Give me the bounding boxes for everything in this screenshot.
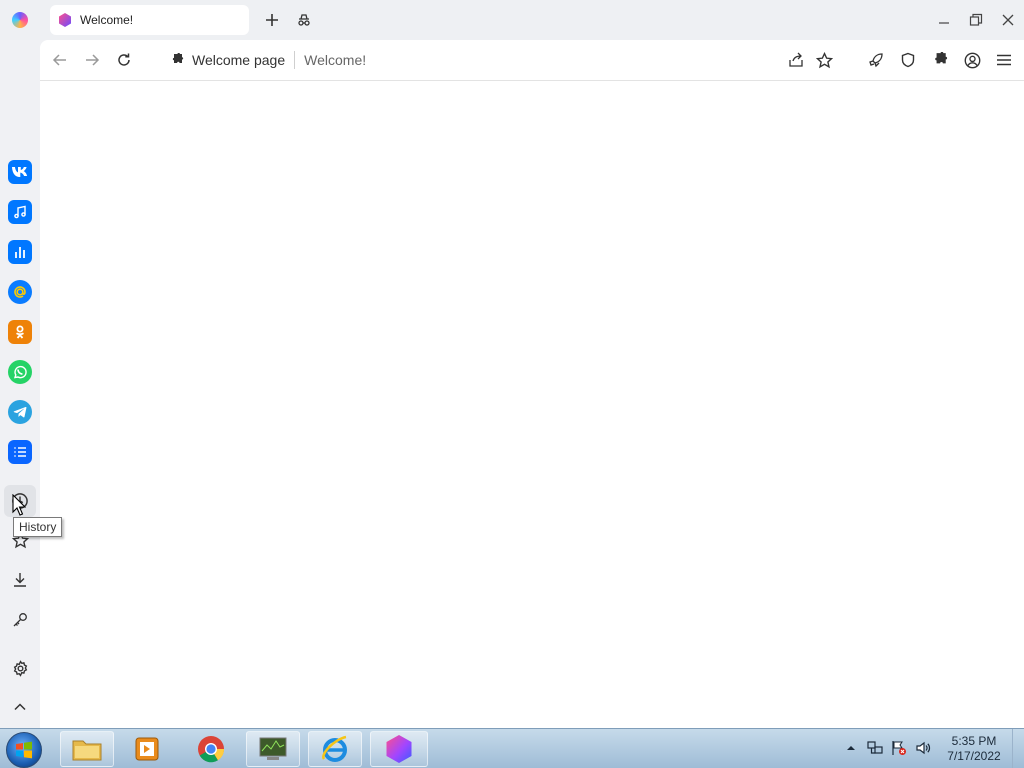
back-button[interactable] bbox=[50, 50, 70, 70]
protection-button[interactable] bbox=[898, 50, 918, 70]
close-icon bbox=[1002, 14, 1014, 26]
profile-button[interactable] bbox=[962, 50, 982, 70]
list-icon bbox=[14, 447, 26, 457]
address-bar[interactable]: Welcome page Welcome! bbox=[170, 48, 366, 72]
tray-network[interactable] bbox=[866, 739, 884, 757]
sidebar-app-lists[interactable] bbox=[8, 440, 32, 464]
taskbar-browser[interactable] bbox=[370, 731, 428, 767]
browser-app-icon bbox=[386, 735, 412, 763]
extensions-button[interactable] bbox=[930, 50, 950, 70]
media-player-icon bbox=[135, 737, 159, 761]
restore-button[interactable] bbox=[966, 10, 986, 30]
clock-time: 5:35 PM bbox=[951, 734, 997, 748]
sidebar-app-vk[interactable] bbox=[8, 160, 32, 184]
chrome-icon bbox=[198, 736, 225, 763]
sidebar-app-telegram[interactable] bbox=[8, 400, 32, 424]
bar-chart-icon bbox=[15, 247, 25, 258]
close-button[interactable] bbox=[998, 10, 1018, 30]
bookmark-star-button[interactable] bbox=[814, 50, 834, 70]
minimize-button[interactable] bbox=[934, 10, 954, 30]
windows-logo-icon bbox=[16, 741, 32, 759]
menu-button[interactable] bbox=[994, 50, 1014, 70]
address-site-label: Welcome page bbox=[192, 52, 286, 68]
monitor-icon bbox=[259, 737, 287, 760]
key-icon bbox=[13, 613, 27, 627]
tab-title: Welcome! bbox=[80, 13, 134, 27]
sidebar-collapse-button[interactable] bbox=[10, 697, 30, 717]
taskbar-task-manager[interactable] bbox=[246, 731, 300, 767]
show-desktop-button[interactable] bbox=[1012, 729, 1024, 768]
at-sign-icon bbox=[14, 286, 26, 298]
settings-icon bbox=[13, 659, 27, 677]
downloads-icon bbox=[14, 573, 26, 587]
tab-strip: Welcome! bbox=[0, 0, 1024, 40]
tab-welcome[interactable]: Welcome! bbox=[50, 5, 249, 35]
reload-icon bbox=[118, 53, 130, 66]
share-button[interactable] bbox=[786, 50, 806, 70]
puzzle-icon bbox=[935, 52, 948, 64]
sidebar-app-whatsapp[interactable] bbox=[8, 360, 32, 384]
arrow-left-icon bbox=[52, 54, 66, 66]
page-content bbox=[40, 80, 1024, 728]
toolbar: Welcome page Welcome! bbox=[40, 40, 1024, 80]
restore-icon bbox=[969, 13, 983, 26]
taskbar-media-player[interactable] bbox=[120, 731, 174, 767]
taskbar-chrome[interactable] bbox=[184, 731, 238, 767]
folder-icon bbox=[72, 740, 102, 761]
sidebar-settings-button[interactable] bbox=[10, 658, 30, 678]
taskbar: 5:35 PM 7/17/2022 bbox=[0, 728, 1024, 768]
taskbar-explorer[interactable] bbox=[60, 731, 114, 767]
share-icon bbox=[789, 52, 803, 67]
vk-icon bbox=[12, 167, 28, 177]
sidebar-app-ok[interactable] bbox=[8, 320, 32, 344]
new-tab-button[interactable] bbox=[262, 10, 282, 30]
incognito-icon bbox=[298, 14, 310, 26]
shield-icon bbox=[901, 52, 915, 68]
taskbar-clock[interactable]: 5:35 PM 7/17/2022 bbox=[940, 734, 1008, 764]
address-page-title: Welcome! bbox=[304, 52, 367, 68]
sidebar-app-mail[interactable] bbox=[8, 280, 32, 304]
chevron-up-icon bbox=[14, 703, 26, 711]
sidebar-passwords-button[interactable] bbox=[10, 610, 30, 630]
mouse-cursor-icon bbox=[12, 494, 26, 516]
minimize-icon bbox=[939, 22, 949, 24]
arrow-right-icon bbox=[86, 54, 100, 66]
internet-explorer-icon bbox=[322, 735, 347, 762]
extension-puzzle-icon bbox=[172, 53, 184, 63]
whatsapp-icon bbox=[13, 365, 27, 379]
start-button[interactable] bbox=[6, 732, 42, 768]
sidebar-downloads-button[interactable] bbox=[10, 570, 30, 590]
music-icon bbox=[14, 205, 26, 219]
star-icon bbox=[815, 51, 833, 68]
network-icon bbox=[867, 741, 883, 754]
tray-show-hidden-button[interactable] bbox=[842, 739, 860, 757]
telegram-icon bbox=[13, 406, 27, 418]
triangle-up-icon bbox=[847, 746, 855, 750]
speaker-icon bbox=[916, 741, 931, 755]
address-divider bbox=[294, 51, 296, 69]
speed-boost-button[interactable] bbox=[866, 50, 886, 70]
flag-error-icon bbox=[892, 741, 906, 755]
sidebar-app-stats[interactable] bbox=[8, 240, 32, 264]
incognito-button[interactable] bbox=[294, 10, 314, 30]
rocket-icon bbox=[869, 53, 883, 68]
browser-favicon-icon bbox=[59, 13, 71, 27]
forward-button[interactable] bbox=[82, 50, 102, 70]
clock-date: 7/17/2022 bbox=[947, 749, 1001, 763]
sidebar-app-music[interactable] bbox=[8, 200, 32, 224]
profile-icon bbox=[964, 52, 980, 68]
sidebar bbox=[0, 40, 40, 728]
reload-button[interactable] bbox=[114, 50, 134, 70]
ok-icon bbox=[16, 325, 24, 339]
hamburger-menu-icon bbox=[997, 54, 1011, 66]
browser-logo-icon[interactable] bbox=[12, 12, 28, 28]
taskbar-internet-explorer[interactable] bbox=[308, 731, 362, 767]
history-tooltip: History bbox=[13, 517, 63, 537]
tray-volume[interactable] bbox=[914, 739, 932, 757]
plus-icon bbox=[266, 14, 278, 26]
tray-action-center[interactable] bbox=[890, 739, 908, 757]
